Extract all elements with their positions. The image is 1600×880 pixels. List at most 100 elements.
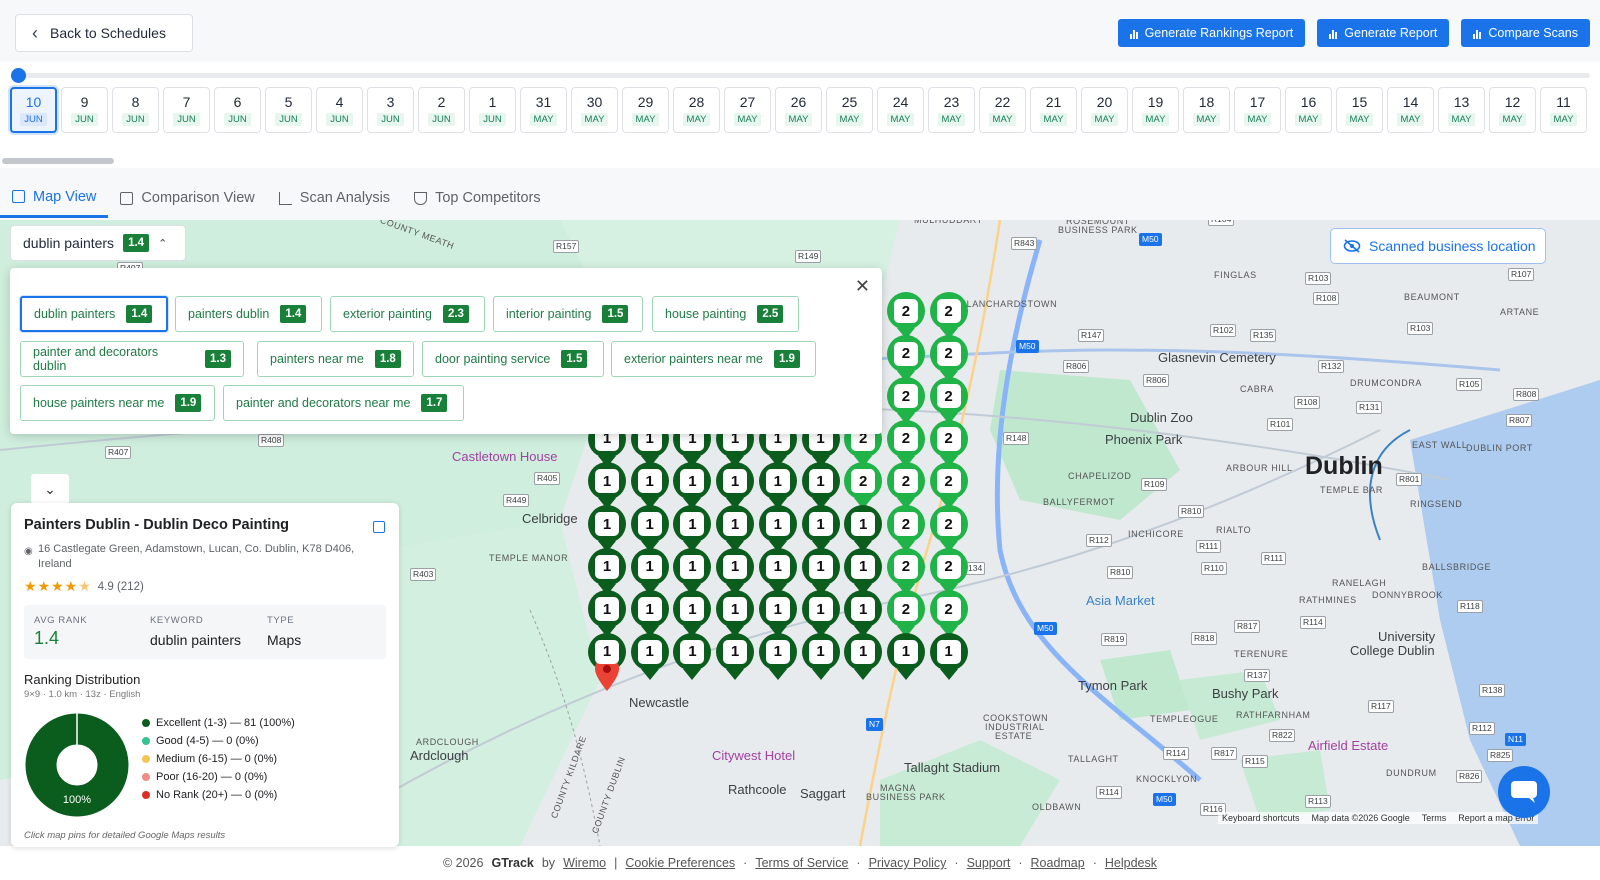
date-chip[interactable]: 10 JUN [10,87,57,133]
back-to-schedules-button[interactable]: ‹ Back to Schedules [15,14,193,52]
date-chip[interactable]: 13 MAY [1438,87,1485,133]
rank-pin[interactable]: 2 [886,547,925,595]
rank-pin[interactable]: 1 [886,632,925,680]
date-chip[interactable]: 20 MAY [1081,87,1128,133]
rank-pin[interactable]: 1 [716,632,755,680]
generate-report-button[interactable]: Generate Report [1317,19,1450,47]
rank-pin[interactable]: 1 [758,547,797,595]
rank-pin[interactable]: 1 [758,632,797,680]
keyword-chip[interactable]: painter and decorators dublin 1.3 [20,341,244,377]
date-chip[interactable]: 8 JUN [112,87,159,133]
date-chip[interactable]: 29 MAY [622,87,669,133]
date-chip[interactable]: 12 MAY [1489,87,1536,133]
footer-link-support[interactable]: Support [967,856,1011,870]
footer-vendor-link[interactable]: Wiremo [563,856,606,870]
date-chip[interactable]: 18 MAY [1183,87,1230,133]
rank-pin[interactable]: 2 [929,419,968,467]
date-chip[interactable]: 1 JUN [469,87,516,133]
rank-pin[interactable]: 1 [716,505,755,552]
rank-pin[interactable]: 1 [801,547,840,595]
generate-rankings-report-button[interactable]: Generate Rankings Report [1117,19,1306,47]
rank-pin[interactable]: 1 [588,590,626,638]
rank-pin[interactable]: 1 [588,547,626,595]
rank-pin[interactable]: 1 [716,547,755,595]
date-chip[interactable]: 21 MAY [1030,87,1077,133]
date-chip[interactable]: 19 MAY [1132,87,1179,133]
rank-pin[interactable]: 1 [758,462,797,510]
date-chip[interactable]: 22 MAY [979,87,1026,133]
date-chip[interactable]: 3 JUN [367,87,414,133]
rank-pin[interactable]: 1 [758,505,797,552]
rank-pin[interactable]: 2 [929,547,968,595]
close-icon[interactable]: ✕ [855,276,870,297]
rank-pin[interactable]: 2 [886,590,925,638]
date-chip[interactable]: 11 MAY [1540,87,1587,133]
rank-pin[interactable]: 1 [801,462,840,510]
rank-pin[interactable]: 1 [929,632,968,680]
date-chip[interactable]: 15 MAY [1336,87,1383,133]
rank-pin[interactable]: 2 [929,505,968,552]
tab-comparison-view[interactable]: Comparison View [108,178,266,218]
date-chip[interactable]: 28 MAY [673,87,720,133]
rank-pin[interactable]: 1 [630,462,669,510]
footer-link-terms[interactable]: Terms of Service [755,856,848,870]
keyword-select[interactable]: dublin painters 1.4 ⌃ [10,225,186,261]
collapse-panel-button[interactable]: ⌄ [31,474,69,504]
rank-pin[interactable]: 2 [929,462,968,510]
date-chip[interactable]: 24 MAY [877,87,924,133]
rank-pin[interactable]: 2 [886,505,925,552]
rank-pin[interactable]: 2 [929,334,968,382]
date-chip[interactable]: 17 MAY [1234,87,1281,133]
date-chip[interactable]: 7 JUN [163,87,210,133]
footer-link-privacy[interactable]: Privacy Policy [869,856,947,870]
keyword-chip[interactable]: exterior painting 2.3 [330,296,485,332]
date-chip[interactable]: 5 JUN [265,87,312,133]
date-chip[interactable]: 4 JUN [316,87,363,133]
date-slider-track[interactable] [18,73,1590,78]
rank-pin[interactable]: 1 [588,505,626,552]
rank-pin[interactable]: 2 [929,292,968,339]
tab-scan-analysis[interactable]: Scan Analysis [267,178,402,218]
rank-pin[interactable]: 1 [673,547,712,595]
keyboard-shortcuts-link[interactable]: Keyboard shortcuts [1222,813,1300,823]
rank-pin[interactable]: 2 [886,377,925,425]
rank-pin[interactable]: 2 [886,292,925,339]
date-chip[interactable]: 25 MAY [826,87,873,133]
rank-pin[interactable]: 1 [801,590,840,638]
keyword-chip[interactable]: interior painting 1.5 [493,296,643,332]
compare-scans-button[interactable]: Compare Scans [1461,19,1590,47]
keyword-chip[interactable]: dublin painters 1.4 [20,296,168,332]
rank-pin[interactable]: 2 [886,334,925,382]
date-slider-thumb[interactable] [11,68,26,83]
rank-pin[interactable]: 1 [801,632,840,680]
external-link-icon[interactable] [373,521,385,533]
keyword-chip[interactable]: exterior painters near me 1.9 [611,341,816,377]
date-chip[interactable]: 30 MAY [571,87,618,133]
keyword-chip[interactable]: painters dublin 1.4 [175,296,322,332]
footer-link-helpdesk[interactable]: Helpdesk [1105,856,1157,870]
rank-pin[interactable]: 1 [758,590,797,638]
date-chip[interactable]: 31 MAY [520,87,567,133]
date-chip[interactable]: 2 JUN [418,87,465,133]
rank-pin[interactable]: 2 [886,419,925,467]
date-chip[interactable]: 26 MAY [775,87,822,133]
chat-widget-button[interactable] [1498,766,1550,818]
horizontal-scrollbar[interactable] [2,158,114,164]
scanned-business-location-toggle[interactable]: Scanned business location [1330,228,1546,264]
rank-pin[interactable]: 1 [630,547,669,595]
rank-pin[interactable]: 1 [844,547,883,595]
date-chip[interactable]: 27 MAY [724,87,771,133]
rank-pin[interactable]: 1 [630,505,669,552]
rank-pin[interactable]: 1 [630,590,669,638]
keyword-chip[interactable]: painters near me 1.8 [257,341,414,377]
map-terms-link[interactable]: Terms [1422,813,1447,823]
rank-pin[interactable]: 1 [673,632,712,680]
rank-pin[interactable]: 1 [801,505,840,552]
footer-link-roadmap[interactable]: Roadmap [1031,856,1085,870]
date-chip[interactable]: 23 MAY [928,87,975,133]
tab-top-competitors[interactable]: Top Competitors [402,178,553,218]
rank-pin[interactable]: 1 [844,505,883,552]
date-chip[interactable]: 14 MAY [1387,87,1434,133]
date-chip[interactable]: 16 MAY [1285,87,1332,133]
tab-map-view[interactable]: Map View [0,178,109,218]
